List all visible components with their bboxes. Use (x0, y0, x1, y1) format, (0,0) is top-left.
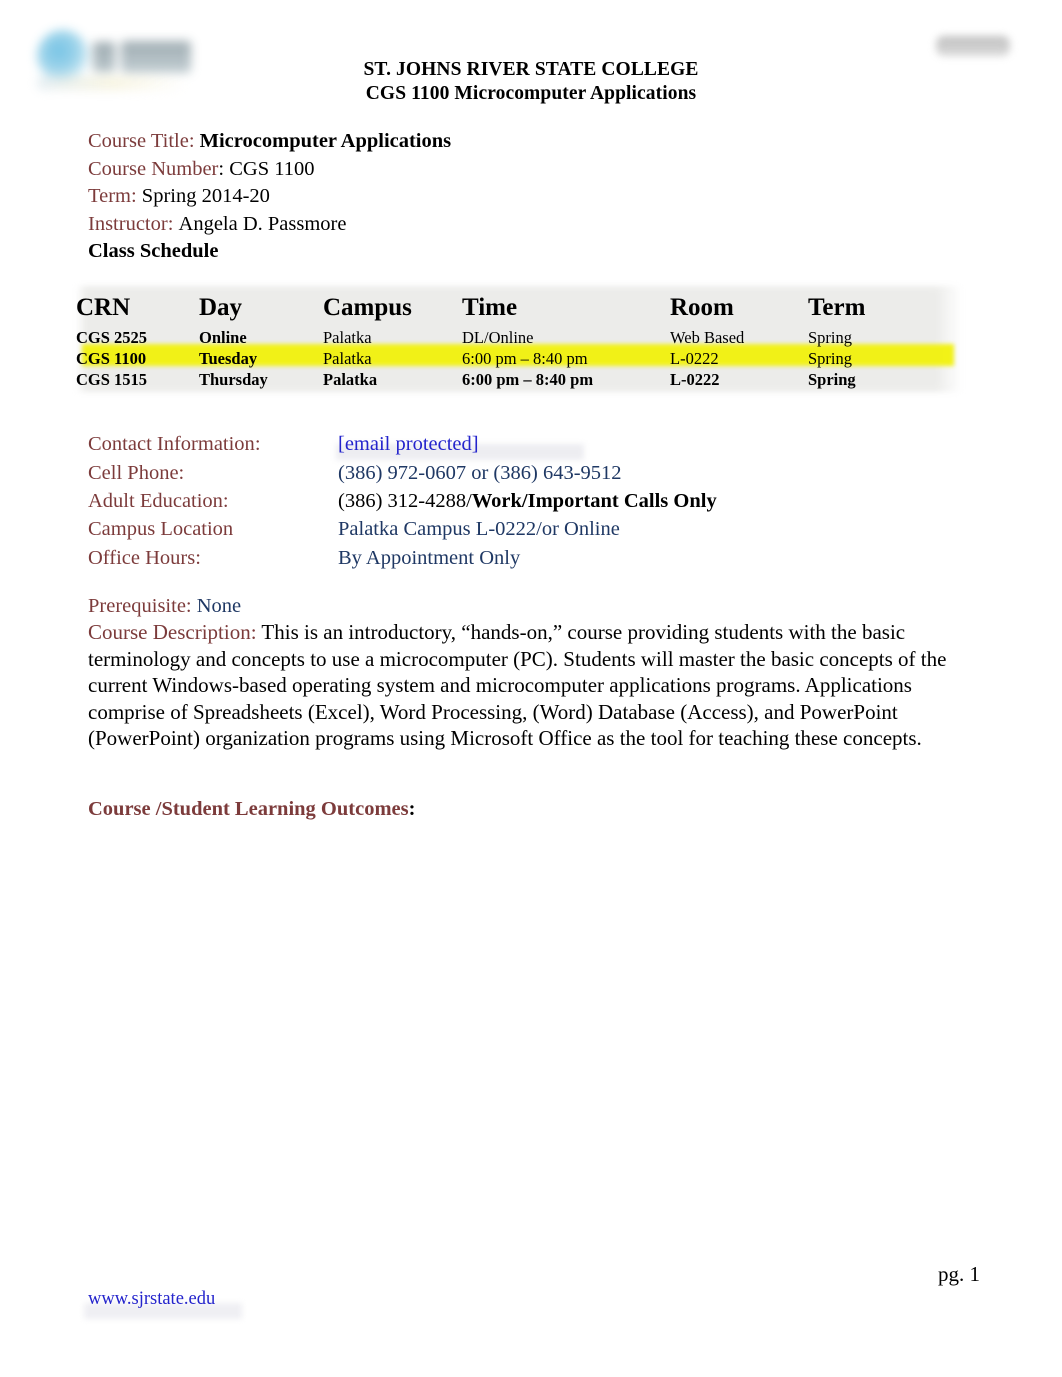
secondary-seal-mark (936, 36, 1010, 56)
learning-outcomes-heading: Course /Student Learning Outcomes: (88, 798, 415, 821)
column-header-campus: Campus (323, 294, 412, 321)
course-description-block: Prerequisite: None Course Description: T… (88, 594, 988, 752)
cell-room: L-0222 (670, 370, 720, 389)
cell-crn: CGS 1100 (76, 349, 147, 368)
contact-information-colon: : (254, 433, 261, 455)
prerequisite-line: Prerequisite: None (88, 594, 988, 619)
course-heading-code: CGS 1100 (365, 83, 455, 104)
course-number-value: : CGS 1100 (218, 157, 315, 180)
course-title-text: Microcomputer Applications (199, 130, 452, 152)
cell-term: Spring (808, 349, 853, 368)
adult-education-phone: (386) 312-4288/ (338, 490, 472, 512)
class-schedule-table: CRN Day Campus Time Room Term CGS 2525 O… (76, 286, 962, 391)
campus-location-label: Campus Location (88, 518, 234, 540)
table-row-highlighted: CGS 1100 Tuesday Palatka 6:00 pm – 8:40 … (76, 349, 962, 370)
table-header-row: CRN Day Campus Time Room Term (76, 286, 962, 328)
cell-time: DL/Online (462, 328, 534, 347)
contact-information-block: Contact Information: [email protected] C… (88, 430, 988, 573)
class-schedule-table-wrapper: CRN Day Campus Time Room Term CGS 2525 O… (76, 286, 962, 392)
cell-term: Spring (808, 328, 853, 347)
table-row: CGS 2525 Online Palatka DL/Online Web Ba… (76, 328, 962, 349)
cell-day: Thursday (199, 370, 268, 389)
column-header-term: Term (808, 294, 866, 321)
office-hours-value: By Appointment Only (338, 547, 521, 569)
term-label: Term: (88, 185, 137, 207)
column-header-time: Time (462, 294, 518, 321)
course-number-label: Course Number (88, 157, 219, 180)
column-header-day: Day (199, 294, 243, 321)
cell-campus: Palatka (323, 328, 372, 347)
campus-location-campus: Palatka Campus (338, 518, 471, 540)
cell-phone-row: Cell Phone: (386) 972-0607 or (386) 643-… (88, 459, 988, 488)
contact-information-label-text: Contact Information (88, 433, 255, 455)
cell-day: Tuesday (199, 349, 258, 368)
class-schedule-label: Class Schedule (88, 240, 219, 262)
instructor-email-link[interactable]: [email protected] (338, 430, 479, 459)
contact-information-row: Contact Information: [email protected] (88, 430, 988, 460)
campus-location-value: Palatka Campus L-0222/or Online (338, 515, 620, 544)
office-hours-label-text: Office Hours (88, 547, 196, 569)
adult-education-value: (386) 312-4288/Work/Important Calls Only (338, 488, 717, 515)
cell-campus: Palatka (323, 370, 378, 389)
learning-outcomes-colon: : (408, 798, 416, 820)
course-number-line: Course Number: CGS 1100 (88, 156, 988, 184)
course-description-paragraph: Course Description: This is an introduct… (88, 619, 988, 752)
adult-education-note: Work/Important Calls Only (471, 490, 717, 512)
learning-outcomes-label: Course /Student Learning Outcomes (88, 798, 409, 820)
adult-education-label: Adult Education: (88, 490, 229, 512)
cell-time: 6:00 pm – 8:40 pm (462, 349, 588, 368)
cell-time: 6:00 pm – 8:40 pm (462, 370, 594, 389)
document-title-block: ST. JOHNS RIVER STATE COLLEGE CGS 1100 M… (0, 58, 1062, 106)
cell-crn: CGS 1515 (76, 370, 148, 389)
cell-phone-label: Cell Phone: (88, 462, 185, 484)
table-row: CGS 1515 Thursday Palatka 6:00 pm – 8:40… (76, 370, 962, 391)
cell-crn: CGS 2525 (76, 328, 148, 347)
instructor-label: Instructor: (88, 212, 174, 235)
office-hours-row: Office Hours: By Appointment Only (88, 544, 988, 573)
course-heading-name: Microcomputer Applications (454, 83, 697, 104)
cell-term: Spring (808, 370, 856, 389)
cell-campus: Palatka (323, 349, 372, 368)
office-hours-colon: : (195, 547, 201, 569)
page-header: ST. JOHNS RIVER STATE COLLEGE CGS 1100 M… (0, 0, 1062, 120)
term-line: Term: Spring 2014-20 (88, 183, 988, 211)
contact-information-label: Contact Information: (88, 430, 261, 459)
course-heading: CGS 1100 Microcomputer Applications (0, 82, 1062, 106)
instructor-value: Angela D. Passmore (178, 212, 347, 235)
adult-education-row: Adult Education: (386) 312-4288/Work/Imp… (88, 488, 988, 515)
prerequisite-value: None (191, 595, 242, 617)
office-hours-label: Office Hours: (88, 544, 201, 573)
cell-room: Web Based (670, 328, 745, 347)
cell-day: Online (199, 328, 247, 347)
course-meta-block: Course Title: Microcomputer Applications… (88, 128, 988, 266)
term-value: Spring 2014-20 (141, 185, 270, 207)
cell-phone-value: (386) 972-0607 or (386) 643-9512 (338, 462, 622, 484)
course-title-label: Course Title: (88, 130, 195, 152)
course-description-label: Course Description: (88, 620, 257, 644)
cell-room: L-0222 (670, 349, 719, 368)
page-number: pg. 1 (938, 1262, 980, 1286)
course-title-line: Course Title: Microcomputer Applications (88, 128, 988, 156)
campus-location-row: Campus Location Palatka Campus L-0222/or… (88, 515, 988, 544)
college-name-heading: ST. JOHNS RIVER STATE COLLEGE (363, 59, 699, 80)
column-header-room: Room (670, 294, 734, 321)
prerequisite-label: Prerequisite (88, 595, 186, 617)
instructor-line: Instructor: Angela D. Passmore (88, 211, 988, 239)
column-header-crn: CRN (76, 294, 131, 321)
website-link[interactable]: www.sjrstate.edu (88, 1289, 215, 1310)
campus-location-room: L-0222/or Online (470, 518, 620, 540)
